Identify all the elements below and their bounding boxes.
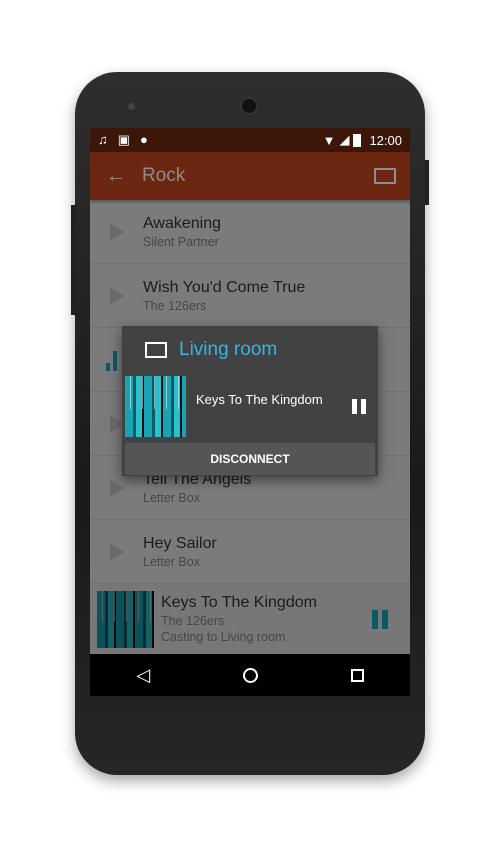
clock: 12:00: [369, 132, 402, 148]
image-icon: ▣: [117, 132, 131, 147]
status-bar: ♫ ▣ ● ▼ ◢ 12:00: [90, 128, 410, 152]
recents-icon[interactable]: [350, 668, 364, 682]
music-note-icon: ♫: [98, 132, 108, 147]
cast-icon: [145, 342, 167, 358]
play-icon: [109, 222, 124, 241]
back-icon[interactable]: ◁: [136, 665, 150, 686]
song-artist: Silent Partner: [143, 234, 219, 249]
signal-icon: ◢: [339, 132, 350, 147]
album-art: [125, 375, 186, 437]
android-icon: ●: [140, 132, 148, 147]
song-title: Wish You'd Come True: [143, 278, 306, 296]
screen: ♫ ▣ ● ▼ ◢ 12:00 ← Rock Awakening Silent Par…: [90, 128, 410, 696]
song-artist: Letter Box: [143, 490, 200, 505]
now-playing-title: Keys To The Kingdom: [161, 594, 317, 611]
song-title: Awakening: [143, 214, 221, 232]
back-arrow-icon[interactable]: ←: [90, 165, 142, 188]
list-item[interactable]: Wish You'd Come True The 126ers: [90, 264, 410, 328]
list-item[interactable]: Awakening Silent Partner: [90, 200, 410, 264]
cast-connected-icon[interactable]: [374, 168, 396, 184]
power-button: [425, 160, 429, 205]
earpiece-speaker: [240, 97, 258, 115]
pause-icon[interactable]: [352, 398, 366, 414]
play-icon: [109, 478, 124, 497]
toolbar: ← Rock: [90, 152, 410, 200]
front-camera: [128, 103, 135, 110]
page-title: Rock: [142, 165, 186, 186]
disconnect-button[interactable]: DISCONNECT: [125, 443, 375, 475]
cast-dialog: Living room Keys To The Kingdom DISCONNE…: [122, 326, 378, 476]
home-icon[interactable]: [242, 667, 258, 683]
play-icon: [109, 542, 124, 561]
song-artist: The 126ers: [143, 298, 207, 313]
navigation-bar: ◁: [90, 654, 410, 696]
list-item[interactable]: Hey Sailor Letter Box: [90, 520, 410, 584]
volume-button: [71, 205, 75, 315]
battery-icon: [353, 133, 362, 147]
album-art: [97, 590, 154, 648]
wifi-icon: ▼: [322, 132, 336, 148]
now-playing-artist: The 126ers: [161, 614, 225, 628]
song-artist: Letter Box: [143, 554, 200, 569]
song-title: Hey Sailor: [143, 534, 217, 552]
play-icon: [109, 286, 124, 305]
device-name: Living room: [179, 339, 278, 360]
now-playing-bar[interactable]: Keys To The Kingdom The 126ers Casting t…: [90, 584, 410, 654]
pause-icon[interactable]: [372, 609, 388, 629]
casting-status: Casting to Living room: [161, 630, 286, 644]
track-title: Keys To The Kingdom: [196, 391, 323, 407]
